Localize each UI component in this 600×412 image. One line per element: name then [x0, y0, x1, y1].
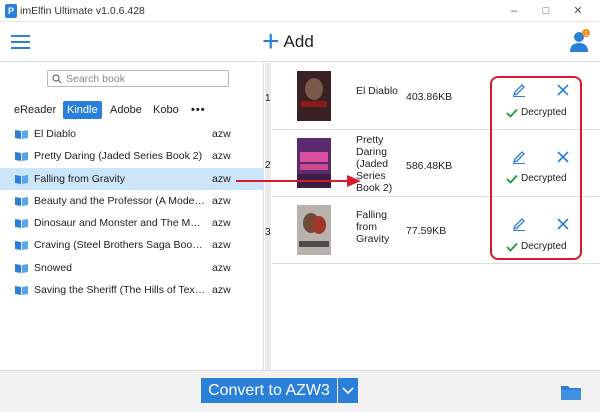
book-title: Pretty Daring (Jaded Series Book 2) — [34, 150, 203, 163]
book-row[interactable]: El Diablo azw — [0, 123, 264, 145]
folder-icon[interactable] — [560, 383, 582, 401]
highlight-outline — [490, 76, 582, 260]
book-title: Dinosaur and Monster and The Magic ... — [34, 217, 206, 230]
book-format: azw — [212, 150, 231, 163]
minimize-button[interactable]: – — [500, 2, 528, 20]
queue-index: 3 — [265, 227, 271, 238]
book-row[interactable]: Pretty Daring (Jaded Series Book 2) azw — [0, 145, 264, 167]
book-icon — [15, 286, 28, 296]
book-row[interactable]: Snowed azw — [0, 257, 264, 279]
book-title: Craving (Steel Brothers Saga Book 1) — [34, 239, 206, 252]
toolbar: + Add 1 — [0, 22, 600, 62]
panel-divider-scrollbar[interactable] — [265, 63, 271, 370]
window-title: imElfin Ultimate v1.0.6.428 — [20, 5, 145, 17]
book-title: Snowed — [34, 261, 72, 274]
queue-book-title: El Diablo — [356, 85, 399, 97]
queue-file-size: 403.86KB — [406, 91, 453, 103]
queue-book-title: Pretty Daring (Jaded Series Book 2) — [356, 134, 393, 194]
queue-file-size: 77.59KB — [406, 225, 447, 237]
queue-index: 1 — [265, 93, 271, 104]
book-icon — [15, 263, 28, 273]
title-bar: P imElfin Ultimate v1.0.6.428 – □ ✕ — [0, 0, 600, 22]
format-dropdown-button[interactable] — [338, 378, 358, 403]
tab-ereader[interactable]: eReader — [14, 101, 56, 119]
book-row-selected[interactable]: Falling from Gravity azw — [0, 167, 264, 190]
book-row[interactable]: Beauty and the Professor (A Modern F... … — [0, 190, 264, 212]
search-input[interactable]: Search book — [47, 70, 229, 87]
plus-icon: + — [262, 25, 280, 58]
queue-index: 2 — [265, 160, 271, 171]
search-placeholder: Search book — [66, 72, 125, 85]
hamburger-menu-icon[interactable] — [11, 35, 30, 49]
book-icon — [15, 241, 28, 251]
book-row[interactable]: Saving the Sheriff (The Hills of Texas B… — [0, 279, 264, 301]
book-title: Beauty and the Professor (A Modern F... — [34, 194, 206, 207]
app-logo-icon: P — [5, 4, 17, 18]
red-arrow-annotation — [236, 175, 361, 187]
book-row[interactable]: Craving (Steel Brothers Saga Book 1) azw — [0, 234, 264, 256]
book-row[interactable]: Dinosaur and Monster and The Magic ... a… — [0, 212, 264, 234]
book-format: azw — [212, 284, 231, 297]
convert-button[interactable]: Convert to AZW3 — [201, 378, 337, 403]
book-format: azw — [212, 172, 231, 185]
book-cover-image — [297, 71, 331, 121]
book-cover-image — [297, 205, 331, 255]
book-icon — [15, 196, 28, 206]
book-format: azw — [212, 217, 231, 230]
add-button[interactable]: + Add — [262, 25, 314, 58]
user-account-icon[interactable]: 1 — [569, 28, 591, 54]
library-panel: Search book eReader Kindle Adobe Kobo ••… — [0, 63, 264, 370]
book-icon — [15, 174, 28, 184]
add-button-label: Add — [283, 32, 314, 51]
book-format: azw — [212, 261, 231, 274]
source-tabs: eReader Kindle Adobe Kobo ••• — [0, 101, 264, 121]
more-tabs-button[interactable]: ••• — [191, 101, 206, 119]
queue-book-title: Falling from Gravity — [356, 209, 390, 245]
book-title: El Diablo — [34, 128, 77, 140]
book-format: azw — [212, 128, 231, 140]
tab-adobe[interactable]: Adobe — [110, 101, 142, 119]
search-icon — [52, 73, 62, 83]
book-format: azw — [212, 194, 231, 207]
chevron-down-icon — [342, 387, 354, 395]
bottom-bar: Convert to AZW3 — [0, 370, 600, 412]
book-icon — [15, 152, 28, 162]
tab-kindle[interactable]: Kindle — [63, 101, 102, 119]
book-title: Saving the Sheriff (The Hills of Texas B… — [34, 284, 206, 297]
book-list: El Diablo azw Pretty Daring (Jaded Serie… — [0, 123, 264, 301]
queue-file-size: 586.48KB — [406, 160, 453, 172]
book-icon — [15, 130, 28, 139]
maximize-button[interactable]: □ — [532, 2, 560, 20]
book-icon — [15, 219, 28, 229]
close-window-button[interactable]: ✕ — [564, 2, 592, 20]
book-format: azw — [212, 239, 231, 252]
tab-kobo[interactable]: Kobo — [153, 101, 179, 119]
book-title: Falling from Gravity — [34, 172, 126, 185]
